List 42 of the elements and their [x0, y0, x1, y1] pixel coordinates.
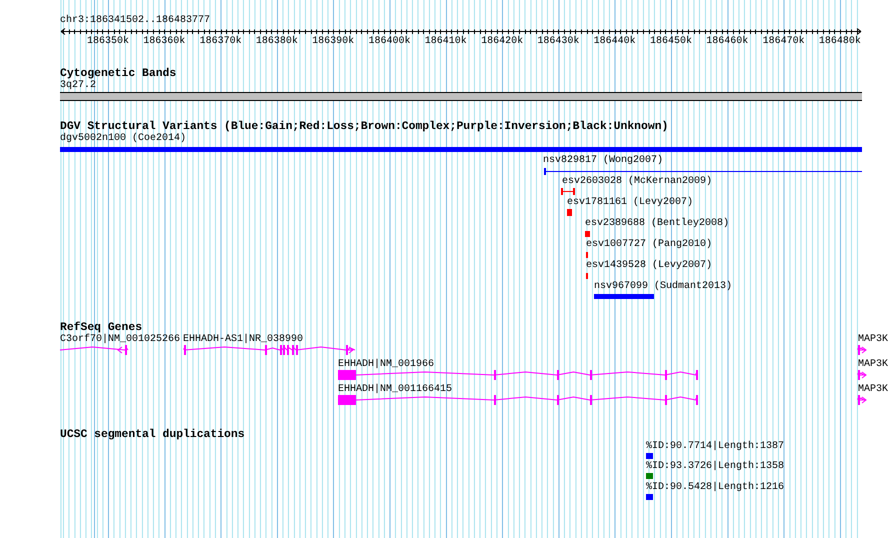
gene-model-drawing — [858, 345, 867, 355]
gene-label: EHHADH-AS1|NR_038990 — [183, 334, 304, 346]
tick-label: 186450k — [648, 36, 693, 48]
variant-label: esv2603028 (McKernan2009) — [562, 176, 712, 188]
gene-model-drawing — [858, 395, 867, 405]
gene-label: EHHADH|NM_001166415 — [338, 384, 452, 396]
variant-label: esv1781161 (Levy2007) — [567, 197, 694, 209]
variant-label: nsv829817 (Wong2007) — [543, 155, 664, 167]
duplication-label: %ID:93.3726|Length:1358 — [646, 461, 784, 473]
variant-label: esv2389688 (Bentley2008) — [585, 218, 730, 230]
duplication-label: %ID:90.7714|Length:1387 — [646, 441, 784, 453]
tick-label: 186410k — [424, 36, 468, 48]
tick-label: 186430k — [536, 36, 580, 48]
tick-label: 186350k — [86, 36, 130, 48]
track-title: UCSC segmental duplications — [60, 429, 245, 442]
tick-label: 186400k — [367, 36, 412, 48]
tick-label: 186470k — [762, 36, 806, 48]
gene-model-drawing — [60, 345, 128, 355]
variant-label: esv1439528 (Levy2007) — [586, 260, 712, 272]
variant-label: nsv967099 (Sudmant2013) — [594, 281, 732, 293]
tick-label: 186370k — [198, 36, 243, 48]
tick-label: 186390k — [311, 36, 356, 48]
gene-model-drawing — [858, 370, 867, 380]
gene-label: MAP3K — [858, 334, 888, 346]
tick-label: 186460k — [705, 36, 750, 48]
variant-label: esv1007727 (Pang2010) — [586, 239, 712, 251]
track-title: Cytogenetic Bands — [60, 68, 176, 80]
gene-label: C3orf70|NM_001025266 — [60, 334, 180, 346]
tick-label: 186480k — [818, 36, 862, 48]
track-title: RefSeq Genes — [60, 322, 142, 334]
variant-label: dgv5002n100 (Coe2014) — [60, 133, 186, 145]
gene-label: EHHADH|NM_001966 — [338, 359, 434, 371]
track-title: DGV Structural Variants (Blue:Gain;Red:Loss;Brown:Complex;Purple:Inversion;Black:Unknown) — [60, 121, 668, 133]
duplication-label: %ID:90.5428|Length:1216 — [646, 482, 784, 494]
tick-label: 186360k — [142, 36, 186, 48]
tick-label: 186420k — [480, 36, 524, 48]
location-label: chr3:186341502..186483777 — [60, 15, 210, 27]
tick-label: 186440k — [592, 36, 637, 48]
gene-label: MAP3K — [858, 384, 888, 396]
gene-label: MAP3K — [858, 359, 888, 371]
band-label: 3q27.2 — [60, 80, 96, 92]
tick-label: 186380k — [254, 36, 299, 48]
